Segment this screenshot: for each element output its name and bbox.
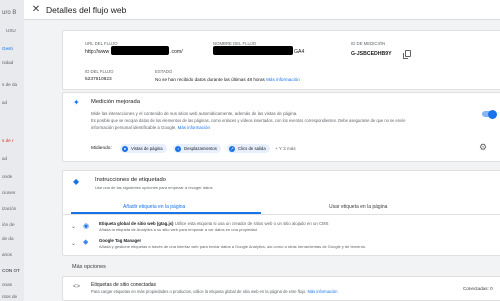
bg-text: s de r <box>2 138 14 143</box>
enhanced-more-info-link[interactable]: Más información <box>178 125 210 130</box>
tab-use-on-page[interactable]: Usar etiqueta en la página <box>329 204 387 210</box>
connected-tags-card[interactable]: <> Etiquetas de sitio conectadas Para ca… <box>62 276 500 301</box>
globe-icon: ◉ <box>83 223 90 230</box>
chip-scrolls[interactable]: ↕ Desplazamientos <box>173 144 221 153</box>
bg-text: ad <box>2 156 8 161</box>
status-more-info-link[interactable]: Más información <box>266 77 300 82</box>
page-title: Detalles del flujo web <box>46 4 127 15</box>
sparkle-icon: ✦ <box>73 98 80 107</box>
redacted-url <box>111 46 169 55</box>
bg-text: s de da <box>2 82 18 87</box>
close-icon[interactable]: ✕ <box>30 4 42 15</box>
stream-url-suffix: .com/ <box>170 49 183 55</box>
stream-id-label: ID DEL FLUJO <box>85 69 114 74</box>
bg-text: Gesti <box>2 46 13 51</box>
tag-manager-icon: ◆ <box>83 239 89 246</box>
tagging-title: Instrucciones de etiquetado <box>95 177 166 183</box>
bg-text: ización <box>2 206 17 211</box>
code-icon: ◆ <box>73 177 80 186</box>
gtm-option-desc: Añada y gestione etiquetas a través de u… <box>99 244 367 249</box>
stream-name-suffix: GA4 <box>294 49 305 55</box>
more-options-heading: Más opciones <box>72 264 106 270</box>
enhanced-measurement-toggle[interactable] <box>482 109 497 119</box>
connected-more-info-link[interactable]: Más información <box>307 289 337 294</box>
bg-text: uro B <box>2 10 17 16</box>
chip-outbound-clicks[interactable]: ↗ Clics de salida <box>227 144 270 153</box>
measuring-label: Midiendo: <box>91 146 112 151</box>
stream-info-card: URL DEL FLUJO http://www .com/ NOMBRE DE… <box>62 30 500 90</box>
bg-text: onde <box>2 174 13 179</box>
bg-text: ntos de <box>2 294 18 299</box>
chip-page-views[interactable]: ● Vistas de página <box>120 144 167 153</box>
gtm-option-title[interactable]: Google Tag Manager <box>99 238 141 243</box>
gtag-option-title[interactable]: Etiqueta global de sitio web (gtag.js) U… <box>99 221 329 226</box>
bg-text: onas <box>2 282 12 287</box>
stream-details-panel: ✕ Detalles del flujo web URL DEL FLUJO h… <box>24 0 500 301</box>
enhanced-title: Medición mejorada <box>91 99 140 105</box>
bg-text: de da <box>2 236 14 241</box>
gtag-option-desc: Añada la etiqueta de Analytics a su siti… <box>99 227 257 232</box>
redacted-name <box>213 46 293 55</box>
measurement-id-label: ID DE MEDICIÓN <box>351 41 386 46</box>
tab-add-on-page[interactable]: Añadir etiqueta en la página <box>123 204 185 210</box>
connected-tags-title: Etiquetas de sitio conectadas <box>91 282 157 288</box>
bg-text: ión de <box>2 222 15 227</box>
chevron-down-icon[interactable]: ⌄ <box>71 240 76 247</box>
stream-id: 5237610823 <box>85 77 112 82</box>
bg-text: nidad <box>2 60 14 65</box>
more-events-link[interactable]: + Y 3 más <box>275 146 296 151</box>
gear-icon[interactable]: ⚙ <box>479 142 487 153</box>
enhanced-measurement-card: ✦ Medición mejorada Mide las interaccion… <box>62 92 500 162</box>
status-label: ESTADO <box>155 69 173 74</box>
bg-text: CON OT <box>2 268 20 273</box>
code-brackets-icon: <> <box>73 284 81 290</box>
tabs-divider <box>63 214 500 215</box>
bg-text: USU <box>6 28 16 33</box>
chevron-down-icon[interactable]: ⌄ <box>71 223 76 230</box>
bg-text: arios <box>2 252 12 257</box>
scroll-icon: ↕ <box>175 145 181 152</box>
stream-url-prefix: http://www <box>85 49 110 55</box>
connected-count: Conectadas: 0 <box>463 286 493 291</box>
cursor-icon: ↗ <box>229 145 235 152</box>
bg-text: ad <box>2 100 8 105</box>
bg-text: ciones <box>2 190 16 195</box>
enhanced-desc-1: Mide las interacciones y el contenido de… <box>91 111 298 116</box>
enhanced-desc-2: Es posible que se recojan datos de los e… <box>91 118 406 123</box>
tagging-instructions-card: ◆ Instrucciones de etiquetado Use una de… <box>62 170 500 256</box>
tagging-subtitle: Use una de las siguientes opciones para … <box>95 185 213 190</box>
measurement-id: G-JSBCEDHB9Y <box>351 51 392 57</box>
copy-icon[interactable] <box>403 50 411 59</box>
connected-tags-desc: Para cargar etiquetas en más propiedades… <box>91 289 338 294</box>
status-text: No se han recibido datos durante las últ… <box>155 77 300 82</box>
eye-icon: ● <box>122 145 128 152</box>
enhanced-desc-3: información personal identificable a Goo… <box>91 125 210 130</box>
panel-header: ✕ Detalles del flujo web <box>24 0 500 20</box>
